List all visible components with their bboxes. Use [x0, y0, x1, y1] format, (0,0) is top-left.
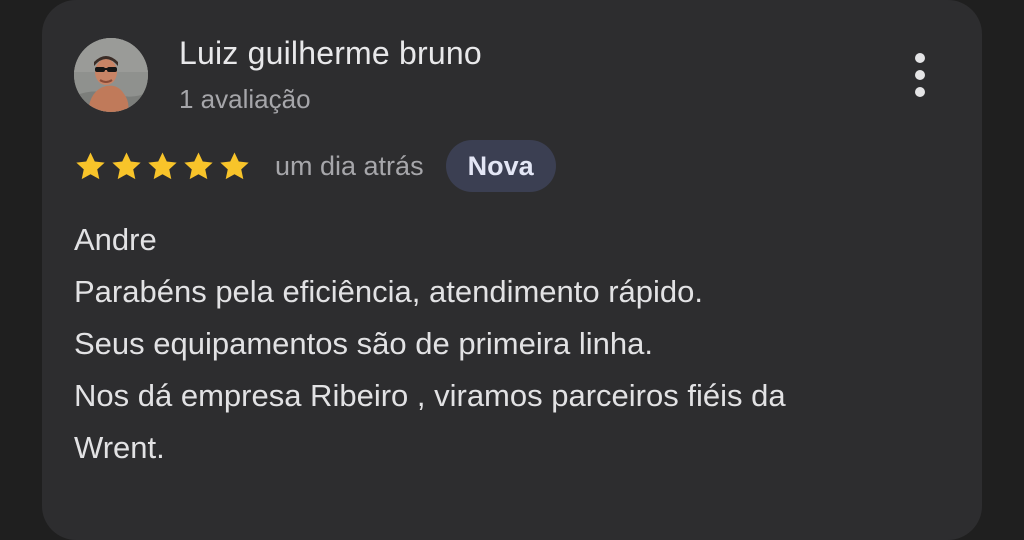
author-name[interactable]: Luiz guilherme bruno: [179, 35, 482, 72]
more-vertical-icon-dot: [915, 70, 925, 80]
new-badge: Nova: [445, 140, 556, 192]
review-text-line: Nos dá empresa Ribeiro , viramos parceir…: [74, 378, 786, 413]
star-icon: [148, 151, 177, 179]
review-text-line: Parabéns pela eficiência, atendimento rá…: [74, 274, 704, 309]
star-icon: [220, 151, 249, 179]
star-icon: [76, 151, 105, 179]
star-icon: [184, 151, 213, 179]
more-vertical-icon-dot: [915, 87, 925, 97]
more-options-button[interactable]: [900, 50, 940, 100]
review-date: um dia atrás: [275, 150, 424, 181]
review-card: Luiz guilherme bruno 1 avaliação um dia …: [42, 0, 982, 540]
review-text-line: Andre: [74, 222, 157, 257]
review-text: Andre Parabéns pela eficiência, atendimen…: [74, 214, 954, 474]
review-text-line: Wrent.: [74, 430, 165, 465]
author-review-count: 1 avaliação: [179, 84, 311, 114]
avatar-photo: [74, 38, 148, 112]
more-vertical-icon: [915, 53, 925, 63]
review-text-line: Seus equipamentos são de primeira linha.: [74, 326, 654, 361]
star-rating: [74, 150, 251, 183]
avatar[interactable]: [74, 38, 148, 112]
rating-row: um dia atrás Nova: [74, 140, 556, 192]
star-icon: [112, 151, 141, 179]
